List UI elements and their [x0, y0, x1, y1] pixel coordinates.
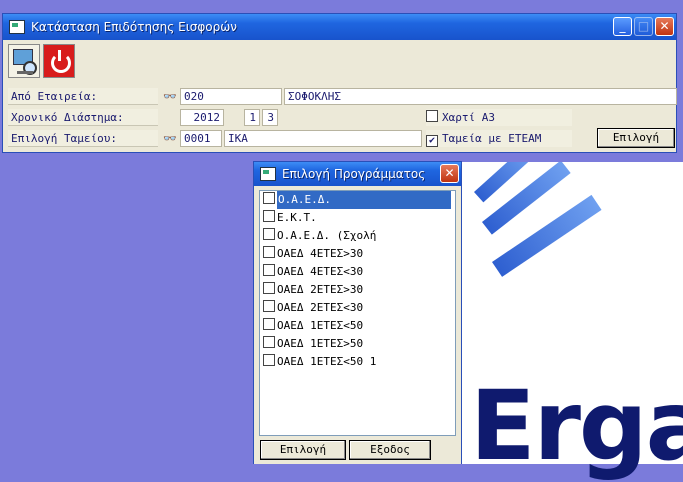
- list-item[interactable]: ΟΑΕΔ 4ΕΤΕΣ<30: [260, 263, 455, 281]
- list-item[interactable]: ΟΑΕΔ 2ΕΤΕΣ<30: [260, 299, 455, 317]
- power-icon: [51, 53, 71, 73]
- company-code-input[interactable]: 020: [180, 88, 282, 105]
- list-item[interactable]: Ο.Α.Ε.Δ.: [260, 191, 455, 209]
- company-row: Από Εταιρεία: 👓 020 ΣΟΦΟΚΛΗΣ: [8, 88, 677, 105]
- monitor-stand: [17, 71, 33, 74]
- program-select-dialog: Επιλογή Προγράμματος ✕ Ο.Α.Ε.Δ. Ε.Κ.Τ. Ο…: [253, 161, 462, 464]
- item-checkbox[interactable]: [263, 228, 275, 240]
- list-item[interactable]: ΟΑΕΔ 1ΕΤΕΣ>50: [260, 335, 455, 353]
- list-item[interactable]: ΟΑΕΔ 1ΕΤΕΣ<50: [260, 317, 455, 335]
- app-window-icon: [9, 20, 25, 34]
- toolbar: [8, 44, 75, 82]
- item-checkbox[interactable]: [263, 282, 275, 294]
- program-list[interactable]: Ο.Α.Ε.Δ. Ε.Κ.Τ. Ο.Α.Ε.Δ. (Σχολή ΟΑΕΔ 4ΕΤ…: [259, 190, 456, 436]
- item-checkbox[interactable]: [263, 300, 275, 312]
- list-item[interactable]: ΟΑΕΔ 4ΕΤΕΣ>30: [260, 245, 455, 263]
- item-checkbox[interactable]: [263, 318, 275, 330]
- period-to-input[interactable]: 3: [262, 109, 278, 126]
- dialog-exit-button[interactable]: Εξοδος: [349, 440, 431, 460]
- fund-name-input: ΙΚΑ: [224, 130, 422, 147]
- fund-label: Επιλογή Ταμείου:: [8, 130, 158, 147]
- item-label: ΟΑΕΔ 4ΕΤΕΣ>30: [277, 247, 364, 260]
- item-label: ΟΑΕΔ 2ΕΤΕΣ>30: [277, 283, 364, 296]
- paper-a3-option[interactable]: Χαρτί Α3: [426, 109, 572, 126]
- item-checkbox[interactable]: [263, 192, 275, 204]
- item-label: ΟΑΕΔ 2ΕΤΕΣ<30: [277, 301, 364, 314]
- item-label: ΟΑΕΔ 1ΕΤΕΣ<50: [277, 319, 364, 332]
- binoculars-icon[interactable]: 👓: [163, 130, 177, 147]
- eteam-checkbox[interactable]: ✔: [426, 135, 438, 147]
- main-titlebar[interactable]: Κατάσταση Επιδότησης Εισφορών _ □ ✕: [3, 14, 676, 40]
- select-button[interactable]: Επιλογή: [597, 128, 675, 148]
- paper-a3-label: Χαρτί Α3: [442, 111, 495, 124]
- fund-row: Επιλογή Ταμείου: 👓 0001 ΙΚΑ ✔ Ταμεία με Ε…: [8, 128, 675, 148]
- minimize-button[interactable]: _: [613, 17, 632, 36]
- period-label: Χρονικό Διάστημα:: [8, 109, 158, 126]
- exit-power-button[interactable]: [43, 44, 75, 78]
- list-item[interactable]: ΟΑΕΔ 1ΕΤΕΣ<50 1: [260, 353, 455, 371]
- item-checkbox[interactable]: [263, 264, 275, 276]
- item-checkbox[interactable]: [263, 336, 275, 348]
- item-label: ΟΑΕΔ 1ΕΤΕΣ>50: [277, 337, 364, 350]
- desktop-logo-text: Erga: [470, 370, 683, 482]
- power-icon-bar: [58, 50, 61, 61]
- preview-button[interactable]: [8, 44, 40, 78]
- eteam-option[interactable]: ✔ Ταμεία με ΕΤΕΑΜ: [426, 130, 572, 147]
- maximize-button: □: [634, 17, 653, 36]
- eteam-label: Ταμεία με ΕΤΕΑΜ: [442, 132, 542, 145]
- period-row: Χρονικό Διάστημα: 2012 1 3 Χαρτί Α3: [8, 109, 675, 126]
- period-from-input[interactable]: 1: [244, 109, 260, 126]
- dialog-close-button[interactable]: ✕: [440, 164, 459, 183]
- paper-a3-checkbox[interactable]: [426, 110, 438, 122]
- dialog-select-button[interactable]: Επιλογή: [260, 440, 346, 460]
- item-label: Ο.Α.Ε.Δ. (Σχολή: [277, 229, 377, 242]
- item-label: Ε.Κ.Τ.: [277, 211, 317, 224]
- company-label: Από Εταιρεία:: [8, 88, 158, 105]
- item-label: ΟΑΕΔ 1ΕΤΕΣ<50 1: [277, 355, 377, 368]
- item-checkbox[interactable]: [263, 354, 275, 366]
- list-item[interactable]: Ο.Α.Ε.Δ. (Σχολή: [260, 227, 455, 245]
- company-name-input: ΣΟΦΟΚΛΗΣ: [284, 88, 677, 105]
- period-year-input[interactable]: 2012: [180, 109, 224, 126]
- dialog-title: Επιλογή Προγράμματος: [282, 167, 426, 181]
- main-window-title: Κατάσταση Επιδότησης Εισφορών: [31, 20, 238, 34]
- list-item[interactable]: Ε.Κ.Τ.: [260, 209, 455, 227]
- item-label: Ο.Α.Ε.Δ.: [277, 191, 451, 209]
- item-label: ΟΑΕΔ 4ΕΤΕΣ<30: [277, 265, 364, 278]
- dialog-titlebar[interactable]: Επιλογή Προγράμματος ✕: [254, 162, 461, 186]
- close-button[interactable]: ✕: [655, 17, 674, 36]
- fund-code-input[interactable]: 0001: [180, 130, 222, 147]
- list-item[interactable]: ΟΑΕΔ 2ΕΤΕΣ>30: [260, 281, 455, 299]
- dialog-window-icon: [260, 167, 276, 181]
- main-window: Κατάσταση Επιδότησης Εισφορών _ □ ✕ Από …: [2, 13, 677, 153]
- binoculars-icon[interactable]: 👓: [163, 88, 177, 105]
- item-checkbox[interactable]: [263, 246, 275, 258]
- item-checkbox[interactable]: [263, 210, 275, 222]
